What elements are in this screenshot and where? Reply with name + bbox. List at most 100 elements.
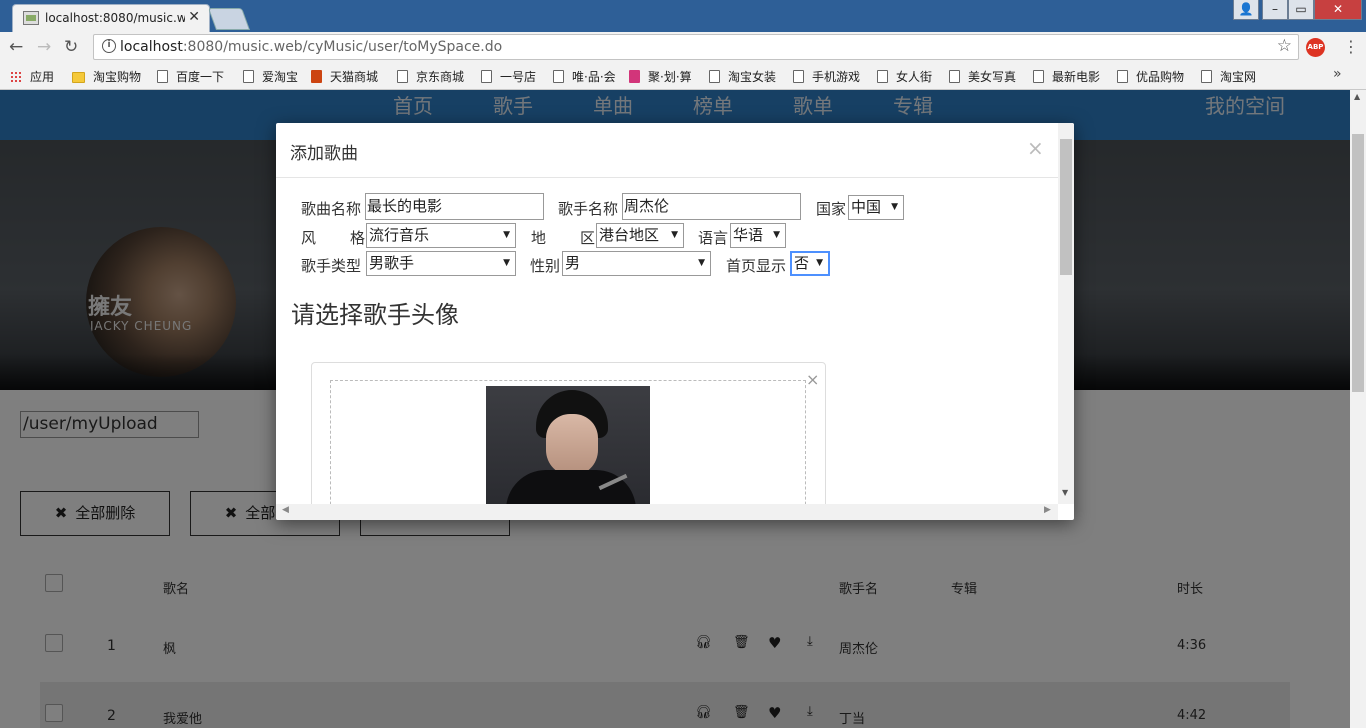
maximize-icon[interactable]: ▭: [1288, 0, 1314, 20]
modal-horizontal-scrollbar[interactable]: ◀ ▶: [276, 504, 1058, 520]
ju-icon: [629, 70, 640, 83]
homepage-select[interactable]: 否 ▼: [790, 251, 830, 276]
page-icon: [553, 70, 564, 83]
bookmark-item[interactable]: 天猫商城: [311, 68, 378, 85]
reload-icon[interactable]: ↻: [64, 37, 78, 57]
bookmark-item[interactable]: 京东商城: [397, 68, 464, 85]
bookmark-star-icon[interactable]: ☆: [1277, 36, 1292, 56]
browser-toolbar: ← → ↻ i localhost:8080/music.web/cyMusic…: [0, 32, 1366, 62]
modal-header: 添加歌曲 ×: [276, 123, 1058, 178]
bookmark-item[interactable]: 最新电影: [1033, 68, 1100, 85]
new-tab-button[interactable]: [207, 8, 251, 30]
region-label-a: 地: [531, 229, 547, 247]
avatar-section-title: 请选择歌手头像: [291, 301, 459, 329]
browser-tab[interactable]: localhost:8080/music.w ✕: [12, 4, 210, 32]
page-icon: [1117, 70, 1128, 83]
back-icon[interactable]: ←: [9, 37, 23, 57]
dropdown-arrow-icon: ▼: [503, 258, 510, 268]
style-label-a: 风: [301, 229, 317, 247]
bookmark-item[interactable]: 一号店: [481, 68, 536, 85]
site-info-icon[interactable]: i: [102, 39, 116, 53]
bookmarks-overflow-icon[interactable]: »: [1333, 66, 1342, 82]
browser-chrome: localhost:8080/music.w ✕ 👤 – ▭ ✕ ← → ↻ i…: [0, 0, 1366, 90]
dropdown-arrow-icon: ▼: [816, 258, 823, 268]
bookmark-item[interactable]: 淘宝购物: [72, 68, 141, 85]
tab-strip: localhost:8080/music.w ✕ 👤 – ▭ ✕: [0, 0, 1366, 32]
scroll-left-icon[interactable]: ◀: [282, 505, 289, 515]
gender-label: 性别: [530, 257, 561, 275]
dropdown-arrow-icon: ▼: [671, 230, 678, 240]
dropdown-arrow-icon: ▼: [891, 202, 898, 212]
dropdown-arrow-icon: ▼: [773, 230, 780, 240]
page-icon: [243, 70, 254, 83]
bookmark-item[interactable]: 手机游戏: [793, 68, 860, 85]
bookmark-item[interactable]: 百度一下: [157, 68, 224, 85]
scroll-down-icon[interactable]: ▼: [1062, 488, 1068, 497]
bookmark-apps[interactable]: 应用: [10, 68, 54, 85]
apps-grid-icon: [10, 71, 22, 83]
profile-icon[interactable]: 👤: [1233, 0, 1259, 20]
singer-type-label: 歌手类型: [301, 257, 362, 275]
singer-name-label: 歌手名称: [558, 200, 619, 218]
url-text: localhost:8080/music.web/cyMusic/user/to…: [120, 39, 503, 55]
address-bar[interactable]: i localhost:8080/music.web/cyMusic/user/…: [93, 34, 1299, 60]
remove-image-icon[interactable]: ×: [806, 370, 819, 389]
minimize-icon[interactable]: –: [1262, 0, 1288, 20]
adblock-icon[interactable]: ABP: [1306, 38, 1325, 57]
gender-select[interactable]: 男 ▼: [562, 251, 711, 276]
browser-menu-icon[interactable]: ⋮: [1343, 37, 1359, 56]
style-label-b: 格: [350, 229, 366, 247]
singer-avatar-preview: [486, 386, 650, 506]
country-label: 国家: [816, 200, 847, 218]
bookmark-item[interactable]: 唯·品·会: [553, 68, 616, 85]
page-icon: [877, 70, 888, 83]
bookmark-item[interactable]: 淘宝网: [1201, 68, 1256, 85]
dropdown-arrow-icon: ▼: [503, 230, 510, 240]
folder-icon: [72, 72, 85, 83]
tab-close-icon[interactable]: ✕: [188, 9, 200, 25]
homepage-label: 首页显示: [726, 257, 787, 275]
add-song-modal: 添加歌曲 × 歌曲名称 最长的电影 歌手名称 周杰伦 国家 中国 ▼ 风 格 流行…: [276, 123, 1074, 520]
page-icon: [709, 70, 720, 83]
modal-close-icon[interactable]: ×: [1027, 136, 1044, 160]
page-icon: [949, 70, 960, 83]
page-icon: [481, 70, 492, 83]
modal-scroll-thumb[interactable]: [1060, 139, 1072, 275]
page-icon: [157, 70, 168, 83]
window-close-icon[interactable]: ✕: [1314, 0, 1362, 20]
bookmark-item[interactable]: 聚·划·算: [629, 68, 692, 85]
dropdown-arrow-icon: ▼: [698, 258, 705, 268]
song-name-input[interactable]: 最长的电影: [365, 193, 544, 220]
singer-name-input[interactable]: 周杰伦: [622, 193, 801, 220]
forward-icon[interactable]: →: [37, 37, 51, 57]
bookmark-item[interactable]: 爱淘宝: [243, 68, 298, 85]
language-label: 语言: [698, 229, 729, 247]
page-scroll-thumb[interactable]: [1352, 134, 1364, 392]
page-icon: [397, 70, 408, 83]
page-icon: [1201, 70, 1212, 83]
modal-vertical-scrollbar[interactable]: ▼: [1058, 123, 1074, 504]
bookmark-item[interactable]: 淘宝女装: [709, 68, 776, 85]
tab-title: localhost:8080/music.w: [45, 11, 185, 25]
style-select[interactable]: 流行音乐 ▼: [366, 223, 516, 248]
region-select[interactable]: 港台地区 ▼: [596, 223, 684, 248]
bookmark-item[interactable]: 优品购物: [1117, 68, 1184, 85]
upload-preview-area[interactable]: [330, 380, 806, 520]
page-scrollbar[interactable]: ▲: [1350, 90, 1366, 728]
avatar-upload-box[interactable]: ×: [311, 362, 826, 520]
page-favicon-icon: [23, 11, 39, 25]
page-icon: [793, 70, 804, 83]
country-select[interactable]: 中国 ▼: [848, 195, 904, 220]
region-label-b: 区: [580, 229, 596, 247]
tmall-icon: [311, 70, 322, 83]
singer-type-select[interactable]: 男歌手 ▼: [366, 251, 516, 276]
bookmarks-bar: 应用 淘宝购物 百度一下 爱淘宝 天猫商城 京东商城 一号店 唯·品·会 聚·划…: [0, 62, 1366, 90]
modal-title: 添加歌曲: [290, 144, 358, 164]
bookmark-item[interactable]: 美女写真: [949, 68, 1016, 85]
language-select[interactable]: 华语 ▼: [730, 223, 786, 248]
scroll-right-icon[interactable]: ▶: [1044, 505, 1051, 515]
scroll-up-icon[interactable]: ▲: [1354, 92, 1360, 101]
bookmark-item[interactable]: 女人街: [877, 68, 932, 85]
song-name-label: 歌曲名称: [301, 200, 362, 218]
page-icon: [1033, 70, 1044, 83]
